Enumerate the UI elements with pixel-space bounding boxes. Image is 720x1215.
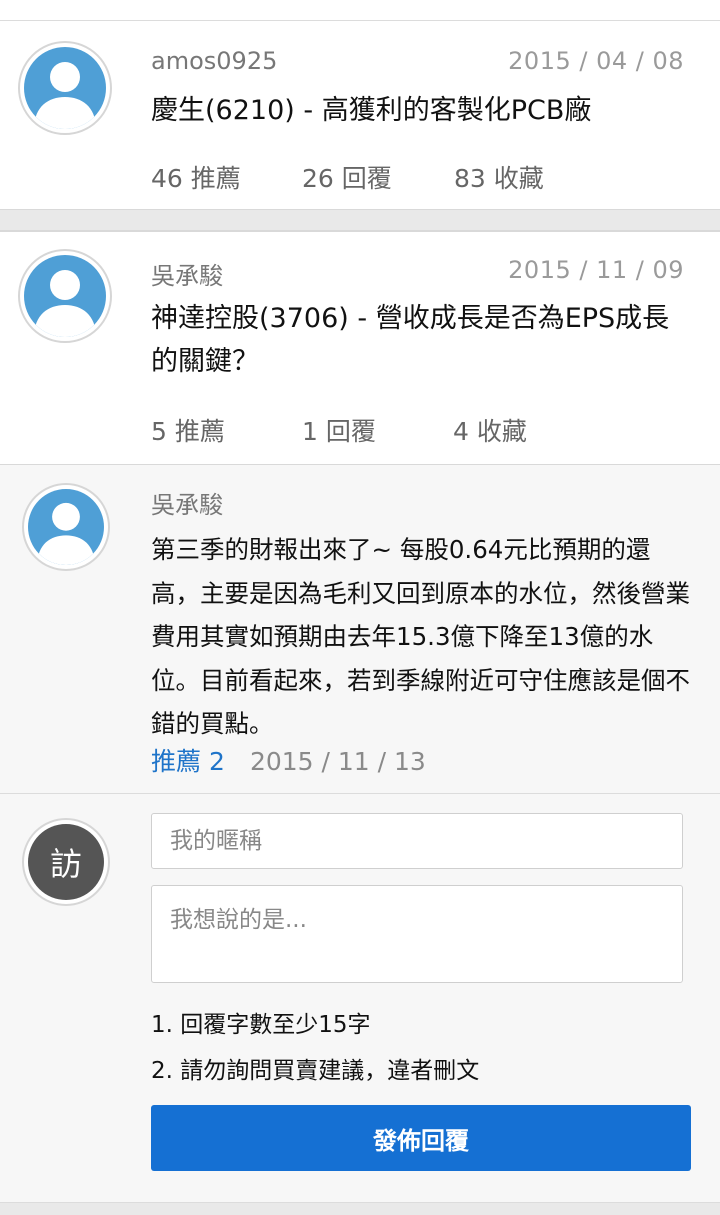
nickname-input[interactable] (151, 813, 683, 869)
user-silhouette-icon (34, 62, 96, 129)
post-date: 2015 / 11 / 09 (508, 256, 684, 284)
favorites-count: 83 收藏 (454, 164, 544, 193)
post-author[interactable]: 吳承駿 (151, 256, 223, 291)
post-title[interactable]: 慶生(6210) - 高獲利的客製化PCB廠 (151, 89, 680, 132)
avatar[interactable] (18, 249, 112, 343)
likes-count: 5 推薦 (151, 417, 225, 446)
reply-item: 吳承駿 第三季的財報出來了~ 每股0.64元比預期的還高，主要是因為毛利又回到原… (0, 465, 720, 794)
top-edge (0, 0, 720, 21)
reply-text: 第三季的財報出來了~ 每股0.64元比預期的還高，主要是因為毛利又回到原本的水位… (151, 535, 690, 738)
favorites-count: 4 收藏 (453, 417, 527, 446)
divider (0, 210, 720, 231)
avatar[interactable] (18, 41, 112, 135)
post-meta: 吳承駿 2015 / 11 / 09 (151, 256, 684, 291)
reply-author[interactable]: 吳承駿 (151, 485, 223, 520)
post-stats: 5 推薦 1 回覆 4 收藏 (151, 412, 527, 448)
reply-like-button[interactable]: 推薦 2 (151, 747, 225, 776)
likes-count: 46 推薦 (151, 164, 241, 193)
post-author[interactable]: amos0925 (151, 47, 277, 75)
replies-count: 26 回覆 (302, 164, 392, 193)
bottom-edge (0, 1203, 720, 1215)
posting-rules: 1. 回覆字數至少15字 2. 請勿詢問買賣建議，違者刪文 (151, 1002, 479, 1094)
visitor-avatar: 訪 (22, 818, 110, 906)
post-stats: 46 推薦 26 回覆 83 收藏 (151, 159, 544, 195)
post-meta: amos0925 2015 / 04 / 08 (151, 47, 684, 75)
reply-date: 2015 / 11 / 13 (249, 747, 426, 776)
avatar[interactable] (22, 483, 110, 571)
rule-item: 1. 回覆字數至少15字 (151, 1012, 371, 1038)
user-silhouette-icon (37, 502, 95, 565)
user-silhouette-icon (34, 270, 96, 337)
submit-reply-button[interactable]: 發佈回覆 (151, 1105, 691, 1171)
post-title[interactable]: 神達控股(3706) - 營收成長是否為EPS成長的關鍵？ (151, 297, 681, 383)
replies-count: 1 回覆 (302, 417, 376, 446)
post-date: 2015 / 04 / 08 (508, 47, 684, 75)
reply-footer: 推薦 2 2015 / 11 / 13 (151, 742, 426, 778)
rule-item: 2. 請勿詢問買賣建議，違者刪文 (151, 1058, 480, 1084)
visitor-label: 訪 (28, 824, 104, 900)
post-card[interactable]: amos0925 2015 / 04 / 08 慶生(6210) - 高獲利的客… (0, 21, 720, 210)
post-card[interactable]: 吳承駿 2015 / 11 / 09 神達控股(3706) - 營收成長是否為E… (0, 231, 720, 465)
message-input[interactable] (151, 885, 683, 983)
reply-form: 訪 1. 回覆字數至少15字 2. 請勿詢問買賣建議，違者刪文 發佈回覆 (0, 794, 720, 1203)
